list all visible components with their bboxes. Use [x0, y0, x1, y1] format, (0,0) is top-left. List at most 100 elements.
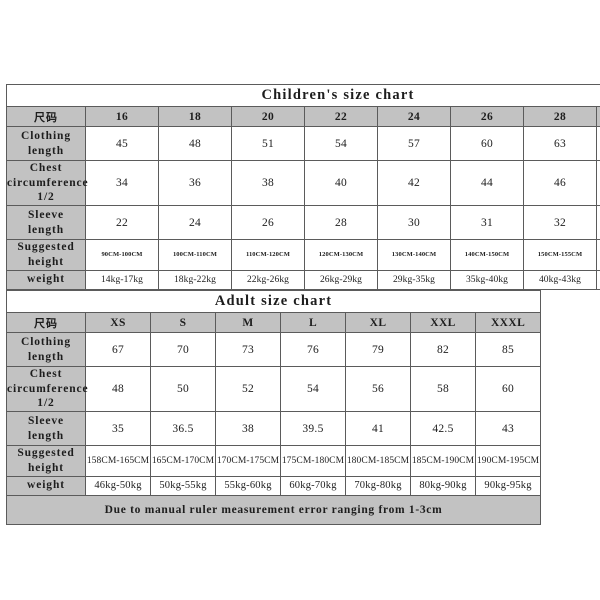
label-line: height: [27, 255, 65, 268]
label-line: 1/2: [37, 397, 55, 410]
cell-value: 130CM-140CM: [377, 239, 451, 271]
children-row-label-suggested-height: Suggested height: [6, 239, 86, 271]
cell-value: 30: [377, 205, 451, 241]
table-row: Clothing length 45 48 51 54 57 60 63 66: [6, 126, 600, 161]
children-row-label-chest-circumference: Chest circumference 1/2: [6, 159, 89, 207]
cell-value: 60kg-70kg: [280, 475, 346, 496]
size-chart-page: Children's size chart 尺码 16 18 20 22 24 …: [0, 0, 600, 600]
adult-size-col-6: XXXL: [474, 312, 542, 333]
cell-value: 29kg-35kg: [377, 269, 451, 290]
cell-value: 43kg-46kg: [595, 269, 600, 290]
cell-value: 70: [150, 332, 216, 367]
cell-value: 150CM-155CM: [523, 239, 597, 271]
label-line: Suggested: [17, 241, 75, 254]
cell-value: 51: [231, 126, 305, 161]
cell-value: 140CM-150CM: [450, 239, 524, 271]
children-row-label-weight: weight: [6, 269, 86, 290]
cell-value: 41: [345, 411, 411, 447]
label-line: Sleeve: [27, 414, 65, 427]
cell-value: 170CM-175CM: [215, 445, 281, 477]
cell-value: 36: [158, 159, 232, 207]
table-row: Suggested height 158CM-165CM 165CM-170CM…: [6, 445, 542, 477]
cell-value: 60: [450, 126, 524, 161]
label-line: Suggested: [17, 447, 75, 460]
cell-value: 185CM-190CM: [410, 445, 476, 477]
table-row: Chest circumference 1/2 48 50 52 54 56 5…: [6, 365, 542, 413]
label-line: 1/2: [37, 191, 55, 204]
adult-size-col-5: XXL: [410, 312, 476, 333]
cell-value: 32: [523, 205, 597, 241]
cell-value: 35kg-40kg: [450, 269, 524, 290]
cell-value: 34: [85, 159, 159, 207]
cell-value: 40kg-43kg: [523, 269, 597, 290]
table-row: Suggested height 90CM-100CM 100CM-110CM …: [6, 239, 600, 271]
adult-row-label-suggested-height: Suggested height: [6, 445, 86, 477]
adult-size-col-4: XL: [345, 312, 411, 333]
cell-value: 18kg-22kg: [158, 269, 232, 290]
adult-chart-title: Adult size chart: [5, 290, 542, 313]
cell-value: 70kg-80kg: [345, 475, 411, 496]
label-line: circumference: [7, 382, 89, 395]
label-line: weight: [27, 479, 65, 492]
label-line: circumference: [7, 176, 89, 189]
children-size-col-1: 18: [158, 106, 232, 127]
children-size-col-2: 20: [231, 106, 305, 127]
children-size-table: Children's size chart 尺码 16 18 20 22 24 …: [5, 84, 600, 290]
label-line: Chest: [29, 162, 63, 174]
cell-value: 31: [450, 205, 524, 241]
label-line: Sleeve: [27, 208, 65, 221]
children-title-row: Children's size chart: [5, 84, 600, 107]
adult-note-row: Due to manual ruler measurement error ra…: [5, 494, 542, 525]
children-chart-title: Children's size chart: [5, 84, 600, 107]
children-header-row: 尺码 16 18 20 22 24 26 28 30: [6, 106, 600, 127]
cell-value: 28: [304, 205, 378, 241]
cell-value: 180CM-185CM: [345, 445, 411, 477]
cell-value: 52: [215, 365, 281, 413]
cell-value: 33: [595, 205, 600, 241]
cell-value: 26kg-29kg: [304, 269, 378, 290]
label-line: Chest: [29, 368, 63, 380]
cell-value: 82: [410, 332, 476, 367]
cell-value: 42.5: [410, 411, 476, 447]
children-size-col-4: 24: [377, 106, 451, 127]
table-row: weight 46kg-50kg 50kg-55kg 55kg-60kg 60k…: [6, 475, 542, 496]
cell-value: 36.5: [150, 411, 216, 447]
children-size-chart: Children's size chart 尺码 16 18 20 22 24 …: [5, 84, 600, 290]
adult-row-label-clothing-length: Clothing length: [6, 332, 86, 367]
adult-row-label-weight: weight: [6, 475, 86, 496]
cell-value: 155CM-158CM: [595, 239, 600, 271]
cell-value: 48: [158, 126, 232, 161]
cell-value: 120CM-130CM: [304, 239, 378, 271]
cell-value: 48: [85, 365, 151, 413]
cell-value: 158CM-165CM: [85, 445, 151, 477]
cell-value: 165CM-170CM: [150, 445, 216, 477]
cell-value: 46kg-50kg: [85, 475, 151, 496]
adult-size-col-0: XS: [85, 312, 151, 333]
cell-value: 45: [85, 126, 159, 161]
cell-value: 90CM-100CM: [85, 239, 159, 271]
cell-value: 58: [410, 365, 476, 413]
cell-value: 43: [474, 411, 542, 447]
cell-value: 48: [595, 159, 600, 207]
label-line: height: [27, 461, 65, 474]
cell-value: 22: [85, 205, 159, 241]
cell-value: 39.5: [280, 411, 346, 447]
cell-value: 90kg-95kg: [474, 475, 542, 496]
cell-value: 66: [595, 126, 600, 161]
adult-header-row: 尺码 XS S M L XL XXL XXXL: [6, 312, 542, 333]
cell-value: 63: [523, 126, 597, 161]
cell-value: 54: [304, 126, 378, 161]
table-row: Sleeve length 22 24 26 28 30 31 32 33: [6, 205, 600, 241]
cell-value: 76: [280, 332, 346, 367]
cell-value: 46: [523, 159, 597, 207]
label-line: length: [27, 223, 65, 236]
label-line: length: [27, 144, 65, 157]
cell-value: 26: [231, 205, 305, 241]
children-size-col-5: 26: [450, 106, 524, 127]
label-line: Clothing: [20, 335, 72, 348]
cell-value: 60: [474, 365, 542, 413]
cell-value: 14kg-17kg: [85, 269, 159, 290]
table-row: weight 14kg-17kg 18kg-22kg 22kg-26kg 26k…: [6, 269, 600, 290]
cell-value: 73: [215, 332, 281, 367]
cell-value: 42: [377, 159, 451, 207]
